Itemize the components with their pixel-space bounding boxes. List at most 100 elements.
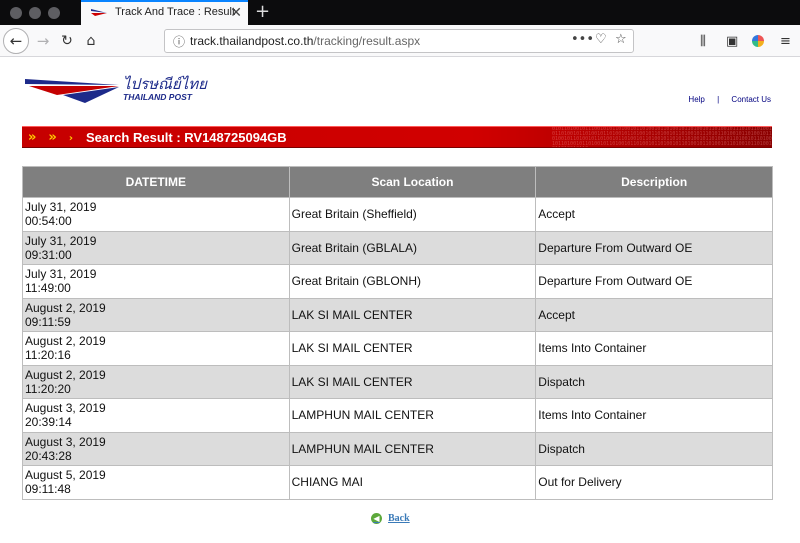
logo-stripe-blue — [25, 79, 119, 85]
tab-close-icon[interactable]: ✕ — [230, 4, 242, 21]
new-tab-button[interactable]: + — [255, 1, 270, 22]
cell-time: 20:43:28 — [25, 448, 72, 463]
home-icon[interactable]: ⌂ — [78, 28, 104, 54]
cell-time: 11:49:00 — [25, 281, 71, 296]
cell-location: Great Britain (Sheffield) — [288, 197, 537, 232]
header-description: Description — [535, 166, 773, 198]
info-icon[interactable]: ⓘ — [173, 33, 185, 50]
url-path: /tracking/result.aspx — [313, 34, 421, 48]
table-row: July 31, 2019 11:49:00 Great Britain (GBLO… — [22, 264, 773, 299]
browser-titlebar: Track And Trace : Result ✕ + — [0, 0, 800, 25]
table-row: August 5, 2019 09:11:48 CHIANG MAI Out for … — [22, 465, 773, 500]
cell-date: August 2, 2019 — [25, 367, 106, 382]
table-row: August 2, 2019 11:20:20 LAK SI MAIL CENTER… — [22, 364, 773, 399]
cell-time: 11:20:16 — [25, 348, 71, 363]
double-arrow-icon: » — [28, 130, 37, 145]
url-bar[interactable]: ⓘ track.thailandpost.co.th/tracking/resu… — [164, 29, 634, 53]
cell-datetime: July 31, 2019 11:49:00 — [22, 264, 290, 299]
cell-description: Accept — [535, 297, 773, 332]
cell-time: 11:20:20 — [25, 381, 71, 396]
minimize-window-button[interactable] — [29, 7, 41, 19]
url-host: track.thailandpost.co.th — [190, 34, 314, 48]
tab-title: Track And Trace : Result — [115, 6, 236, 18]
tracking-table-body: July 31, 2019 00:54:00 Great Britain (Shef… — [22, 197, 773, 500]
arrow-decoration-icon: » » › — [28, 130, 85, 145]
table-row: August 2, 2019 11:20:16 LAK SI MAIL CENTER… — [22, 331, 773, 366]
cell-date: August 5, 2019 — [25, 468, 106, 483]
header-datetime: DATETIME — [22, 166, 290, 198]
cell-date: August 2, 2019 — [25, 334, 106, 349]
cell-description: Accept — [535, 197, 773, 232]
cell-date: August 3, 2019 — [25, 401, 106, 416]
cell-description: Dispatch — [535, 364, 773, 399]
pocket-icon[interactable]: ♡ — [595, 32, 607, 47]
url-text[interactable]: track.thailandpost.co.th/tracking/result… — [190, 34, 420, 48]
link-separator: | — [717, 95, 720, 104]
tracking-table: DATETIME Scan Location Description July … — [22, 166, 773, 500]
cell-time: 09:11:48 — [25, 482, 71, 497]
browser-navbar: ← → ↻ ⌂ ⓘ track.thailandpost.co.th/track… — [0, 25, 800, 57]
cell-datetime: July 31, 2019 00:54:00 — [22, 197, 290, 232]
cell-time: 09:31:00 — [25, 247, 72, 262]
back-arrow-icon[interactable]: ← — [3, 28, 29, 54]
forward-arrow-icon[interactable]: → — [30, 28, 56, 54]
cell-time: 00:54:00 — [25, 214, 72, 229]
cell-location: Great Britain (GBLALA) — [288, 230, 537, 265]
table-row: August 2, 2019 09:11:59 LAK SI MAIL CENTER… — [22, 297, 773, 332]
single-arrow-icon: › — [68, 133, 73, 144]
cell-datetime: August 5, 2019 09:11:48 — [22, 465, 290, 500]
cell-description: Items Into Container — [535, 398, 773, 433]
cell-description: Items Into Container — [535, 331, 773, 366]
binary-pattern-decoration: 0101101001011100101011010010110100101101… — [552, 127, 772, 147]
table-row: August 3, 2019 20:43:28 LAMPHUN MAIL CENTE… — [22, 431, 773, 466]
search-result-title: Search Result : RV148725094GB — [86, 130, 287, 145]
back-link-label: Back — [388, 513, 410, 524]
cell-location: LAK SI MAIL CENTER — [288, 297, 537, 332]
thailand-post-logo[interactable]: ไปรษณีย์ไทย THAILAND POST — [23, 73, 213, 105]
browser-tab[interactable]: Track And Trace : Result ✕ — [81, 0, 248, 25]
logo-thai-text: ไปรษณีย์ไทย — [123, 75, 208, 93]
cell-description: Departure From Outward OE — [535, 230, 773, 265]
cell-date: July 31, 2019 — [25, 200, 97, 215]
cell-datetime: August 2, 2019 11:20:20 — [22, 364, 290, 399]
cell-date: July 31, 2019 — [25, 267, 97, 282]
search-result-banner: 0101101001011100101011010010110100101101… — [22, 126, 772, 148]
cell-location: LAK SI MAIL CENTER — [288, 364, 537, 399]
bookmark-star-icon[interactable]: ☆ — [615, 32, 627, 47]
table-header-row: DATETIME Scan Location Description — [22, 166, 773, 198]
back-link[interactable]: ◀ Back — [371, 513, 410, 524]
table-row: July 31, 2019 00:54:00 Great Britain (Shef… — [22, 197, 773, 232]
close-window-button[interactable] — [10, 7, 22, 19]
sidebar-icon[interactable]: ▣ — [726, 34, 738, 49]
header-scan-location: Scan Location — [288, 166, 537, 198]
cell-datetime: July 31, 2019 09:31:00 — [22, 230, 290, 265]
help-link[interactable]: Help — [688, 95, 704, 104]
library-icon[interactable]: ⫼ — [700, 34, 706, 49]
profile-avatar-icon[interactable] — [752, 35, 764, 47]
back-circle-icon: ◀ — [371, 513, 382, 524]
cell-location: CHIANG MAI — [288, 465, 537, 500]
cell-description: Out for Delivery — [535, 465, 773, 500]
table-row: August 3, 2019 20:39:14 LAMPHUN MAIL CENTE… — [22, 398, 773, 433]
cell-date: August 2, 2019 — [25, 300, 106, 315]
top-links: Help | Contact Us — [688, 95, 771, 104]
cell-datetime: August 2, 2019 11:20:16 — [22, 331, 290, 366]
cell-time: 09:11:59 — [25, 314, 71, 329]
page-actions-icon[interactable]: ••• — [571, 32, 594, 47]
cell-datetime: August 3, 2019 20:43:28 — [22, 431, 290, 466]
cell-date: July 31, 2019 — [25, 233, 97, 248]
cell-time: 20:39:14 — [25, 415, 72, 430]
hamburger-menu-icon[interactable]: ≡ — [780, 34, 791, 49]
double-arrow-icon: » — [48, 130, 57, 145]
cell-location: LAMPHUN MAIL CENTER — [288, 398, 537, 433]
table-row: July 31, 2019 09:31:00 Great Britain (GBLA… — [22, 230, 773, 265]
cell-description: Dispatch — [535, 431, 773, 466]
cell-datetime: August 2, 2019 09:11:59 — [22, 297, 290, 332]
maximize-window-button[interactable] — [48, 7, 60, 19]
contact-us-link[interactable]: Contact Us — [731, 95, 771, 104]
cell-date: August 3, 2019 — [25, 434, 106, 449]
reload-icon[interactable]: ↻ — [54, 28, 80, 54]
cell-location: LAK SI MAIL CENTER — [288, 331, 537, 366]
cell-datetime: August 3, 2019 20:39:14 — [22, 398, 290, 433]
thailand-post-favicon-icon — [91, 9, 107, 16]
